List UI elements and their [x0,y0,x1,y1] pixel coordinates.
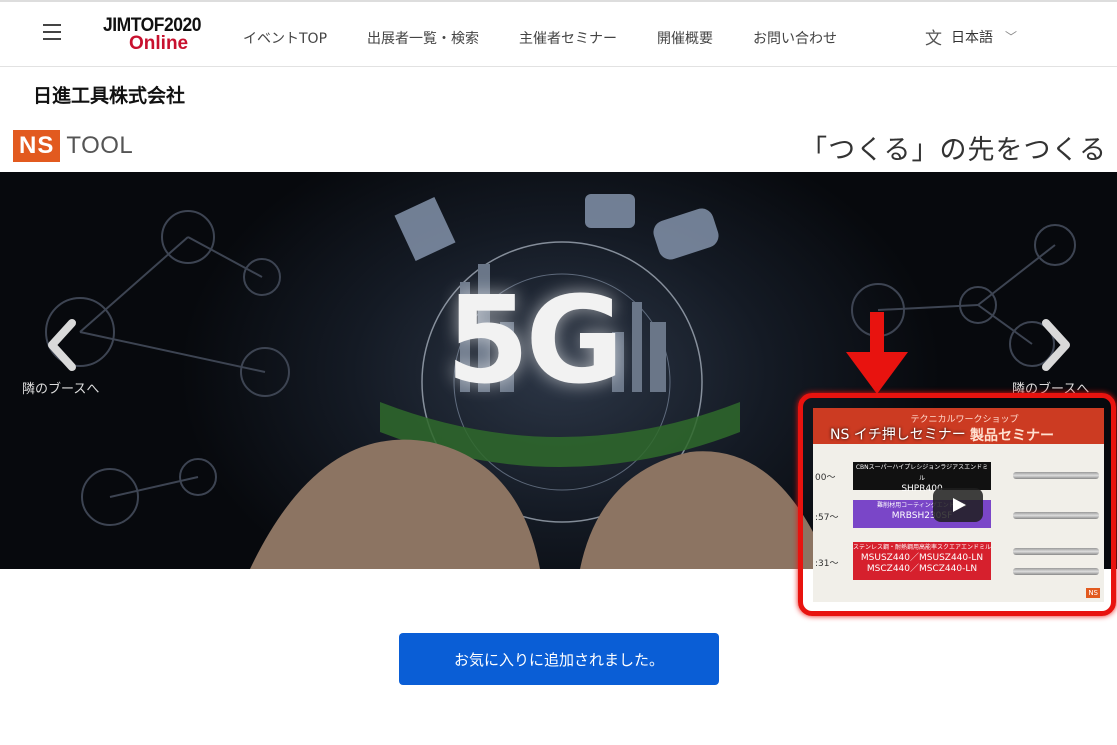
chevron-down-icon: ﹀ [1005,30,1018,44]
ns-logo-text: TOOL [66,132,134,159]
nav-organizer-seminar[interactable]: 主催者セミナー [519,28,617,48]
video-row-time: 00～ [815,473,836,483]
previous-booth-arrow-icon[interactable] [44,317,84,373]
red-down-arrow-icon [846,312,908,394]
endmill-image [1013,568,1099,575]
main-nav: イベントTOP 出展者一覧・検索 主催者セミナー 開催概要 お問い合わせ [243,28,837,48]
ns-logo-box: NS [13,130,61,162]
endmill-image [1013,548,1099,555]
previous-booth-label[interactable]: 隣のブースへ [22,378,99,397]
favorite-added-button[interactable]: お気に入りに追加されました。 [399,633,719,685]
ns-tool-logo: NS TOOL [13,130,133,162]
endmill-image [1013,512,1099,519]
top-navigation-bar: JIMTOF2020 Online イベントTOP 出展者一覧・検索 主催者セミ… [0,0,1117,67]
hamburger-menu-icon[interactable] [38,24,66,46]
nav-event-top[interactable]: イベントTOP [243,28,327,48]
translate-icon: 文 [925,29,942,49]
brand-tagline: 「つくる」の先をつくる [800,135,1107,166]
video-row-time: :31～ [815,559,839,569]
play-button-icon[interactable] [933,488,983,522]
language-label: 日本語 [951,29,993,46]
video-title: NS イチ押しセミナー [830,427,966,443]
language-selector[interactable]: 文 日本語 ﹀ [925,24,1017,49]
nav-overview[interactable]: 開催概要 [657,28,713,48]
company-name: 日進工具株式会社 [33,85,186,107]
video-corner-logo: NS [1086,588,1100,598]
seminar-video-thumbnail[interactable]: テクニカルワークショップ 製品セミナー NS イチ押しセミナー 00～ CBNス… [813,408,1104,602]
endmill-image [1013,472,1099,479]
hero-headline: 5G [446,272,624,411]
video-row-product: CBNスーパーハイプレシジョンラジアスエンドミル SHPR400 [853,462,991,494]
next-booth-arrow-icon[interactable] [1034,317,1074,373]
video-row-time: :57～ [815,513,839,523]
nav-exhibitor-search[interactable]: 出展者一覧・検索 [367,28,479,48]
jimtof-logo[interactable]: JIMTOF2020 Online [103,16,209,56]
video-row-product: ステンレス鋼・耐熱鋼用高能率スクエアエンドミル MSUSZ440／MSUSZ44… [853,542,991,580]
nav-contact[interactable]: お問い合わせ [753,28,837,48]
